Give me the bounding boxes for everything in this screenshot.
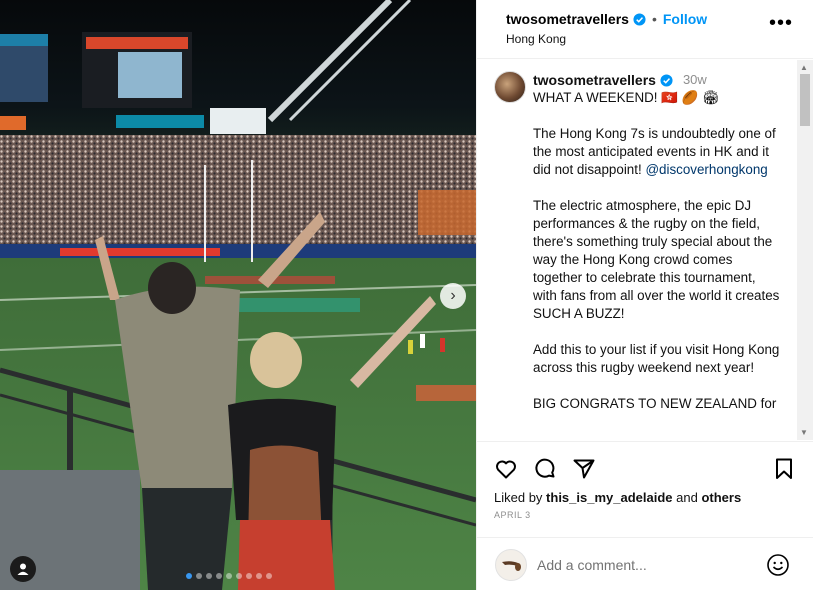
comment-input[interactable] (537, 554, 757, 576)
carousel-dot (196, 573, 202, 579)
caption-username[interactable]: twosometravellers (533, 71, 656, 89)
tagged-users-button[interactable] (10, 556, 36, 582)
liked-by-others-link[interactable]: others (701, 490, 741, 505)
stadium-photo-scene (0, 0, 476, 590)
post-header: twosometravellers • Follow Hong Kong ••• (477, 0, 813, 59)
user-tag-icon (17, 563, 29, 575)
follow-button[interactable]: Follow (663, 11, 707, 27)
author-username[interactable]: twosometravellers (506, 11, 629, 27)
paper-plane-icon[interactable] (572, 457, 596, 481)
liked-by-user-link[interactable]: this_is_my_adelaide (546, 490, 672, 505)
post-date[interactable]: APRIL 3 (494, 510, 531, 520)
caption-paragraph: The Hong Kong 7s is undoubtedly one of t… (533, 125, 783, 179)
liked-by-text: Liked by this_is_my_adelaide and others (494, 490, 741, 505)
more-options-button[interactable]: ••• (769, 13, 793, 33)
mention-link[interactable]: @discoverhongkong (645, 162, 767, 177)
caption-paragraph: The electric atmosphere, the epic DJ per… (533, 198, 780, 321)
caption: twosometravellers 30w WHAT A WEEKEND! 🇭🇰… (494, 71, 794, 413)
carousel-dot (216, 573, 222, 579)
scroll-up-arrow-icon[interactable]: ▲ (800, 63, 808, 72)
current-user-avatar (495, 549, 527, 581)
chevron-right-icon: › (450, 287, 456, 304)
verified-badge-icon (660, 73, 673, 87)
caption-paragraph: Add this to your list if you visit Hong … (533, 342, 780, 375)
post-actions: Liked by this_is_my_adelaide and others … (477, 441, 813, 537)
post-side-panel: twosometravellers • Follow Hong Kong •••… (476, 0, 813, 590)
caption-first-line: WHAT A WEEKEND! 🇭🇰 🏉 🏟 (533, 90, 720, 105)
author-avatar[interactable] (494, 71, 526, 103)
post-location[interactable]: Hong Kong (506, 32, 813, 46)
smiley-icon[interactable] (766, 553, 790, 577)
verified-badge-icon (633, 12, 646, 26)
separator-dot: • (651, 11, 657, 27)
post-photo[interactable]: › (0, 0, 476, 590)
bookmark-icon[interactable] (772, 457, 796, 481)
post-time[interactable]: 30w (683, 71, 707, 89)
pipe-icon (502, 561, 521, 571)
carousel-dot (236, 573, 242, 579)
caption-paragraph: BIG CONGRATS TO NEW ZEALAND for (533, 396, 777, 411)
scrollbar-thumb[interactable] (800, 74, 810, 126)
more-options-icon: ••• (768, 12, 793, 34)
scroll-down-arrow-icon[interactable]: ▼ (800, 428, 808, 437)
carousel-dot (266, 573, 272, 579)
carousel-dot (246, 573, 252, 579)
caption-scroll-area[interactable]: twosometravellers 30w WHAT A WEEKEND! 🇭🇰… (477, 60, 813, 440)
comment-box (477, 537, 813, 590)
liked-by-join: and (676, 490, 698, 505)
carousel-indicator (186, 573, 272, 579)
heart-icon[interactable] (494, 457, 518, 481)
next-slide-button[interactable]: › (440, 283, 466, 309)
comment-bubble-icon[interactable] (533, 457, 557, 481)
carousel-dot (206, 573, 212, 579)
carousel-dot (226, 573, 232, 579)
liked-by-prefix: Liked by (494, 490, 543, 505)
carousel-dot (256, 573, 262, 579)
caption-scrollbar[interactable]: ▲ ▼ (797, 60, 813, 440)
carousel-dot (186, 573, 192, 579)
